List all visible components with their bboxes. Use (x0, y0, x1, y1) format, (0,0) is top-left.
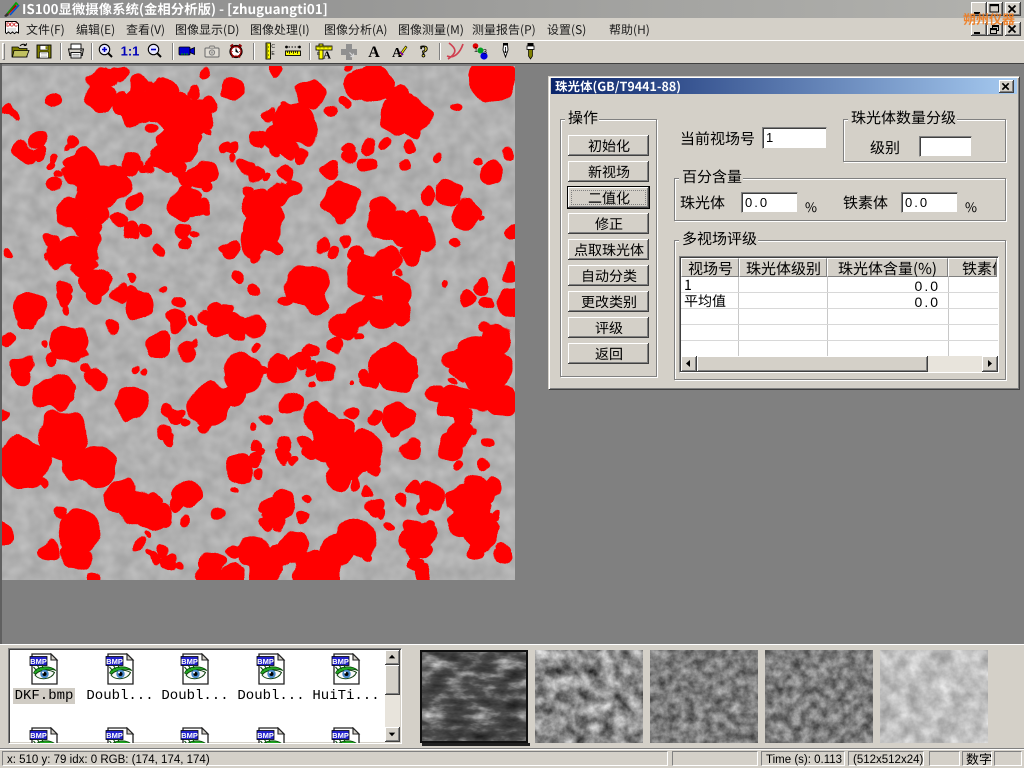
svg-text:A: A (323, 50, 331, 61)
svg-text:C: C (271, 44, 275, 50)
svg-text:1:1: 1:1 (121, 44, 140, 59)
svg-text:DOC: DOC (6, 23, 18, 29)
svg-text:3: 3 (483, 49, 487, 56)
svg-text:E: E (271, 51, 275, 57)
svg-text:A: A (368, 44, 380, 60)
svg-text:E: E (317, 51, 320, 56)
svg-text:?: ? (420, 42, 429, 60)
svg-text:1: 1 (474, 47, 478, 54)
